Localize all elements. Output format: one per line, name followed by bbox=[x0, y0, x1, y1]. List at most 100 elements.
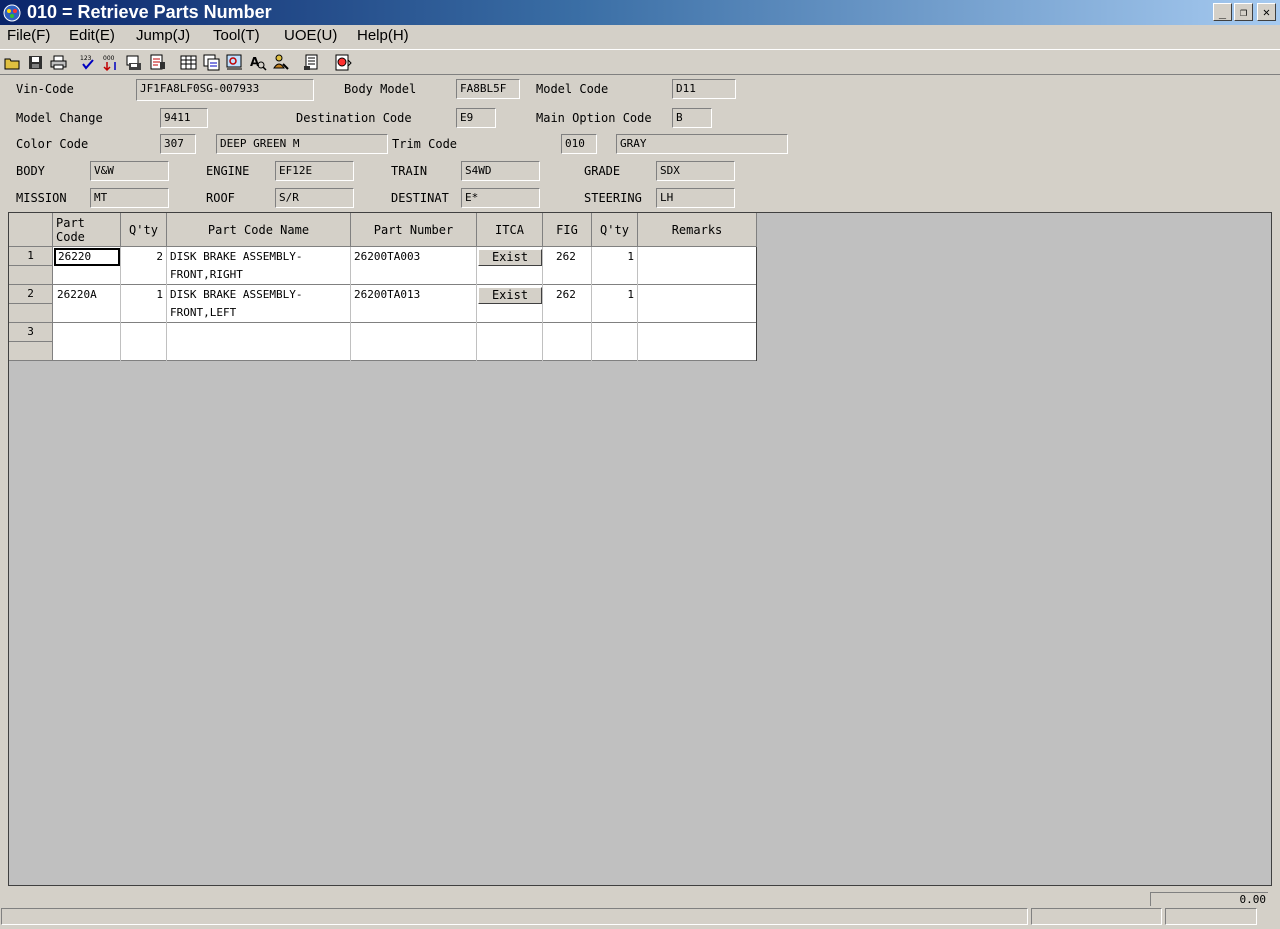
col-divider bbox=[166, 247, 167, 361]
col-divider bbox=[542, 247, 543, 361]
vin-code-label: Vin-Code bbox=[16, 82, 74, 96]
col-header-part-number[interactable]: Part Number bbox=[351, 213, 477, 247]
col-header-itca[interactable]: ITCA bbox=[477, 213, 543, 247]
menu-jump[interactable]: Jump(J) bbox=[136, 27, 190, 44]
row-header-2[interactable]: 2 bbox=[9, 285, 53, 304]
table-grid-icon bbox=[180, 55, 197, 70]
numeric-sort-icon: 000 bbox=[103, 55, 116, 72]
menu-tool[interactable]: Tool(T) bbox=[213, 27, 260, 44]
open-button[interactable] bbox=[2, 52, 23, 73]
destination-code-label: Destination Code bbox=[296, 111, 412, 125]
table-view-button[interactable] bbox=[178, 52, 199, 73]
app-icon[interactable] bbox=[2, 3, 22, 23]
model-code-label: Model Code bbox=[536, 82, 609, 96]
search-image-button[interactable] bbox=[224, 52, 245, 73]
title-bar: 010 = Retrieve Parts Number _ ❐ ✕ bbox=[0, 0, 1280, 25]
svg-text:123: 123 bbox=[80, 55, 92, 62]
cell-qty[interactable]: 2 bbox=[121, 250, 163, 263]
col-header-remarks[interactable]: Remarks bbox=[638, 213, 757, 247]
engine-label: ENGINE bbox=[206, 164, 250, 178]
numeric-sort-button[interactable]: 000 bbox=[101, 52, 122, 73]
window-title: 010 = Retrieve Parts Number bbox=[27, 2, 272, 22]
row-header-3-sub[interactable] bbox=[9, 342, 53, 361]
document-list-button[interactable] bbox=[301, 52, 322, 73]
user-tool-icon bbox=[273, 54, 289, 70]
search-image-icon bbox=[226, 54, 242, 70]
parts-grid[interactable]: Part Code Q'ty Part Code Name Part Numbe… bbox=[8, 212, 1272, 886]
mission-label: MISSION bbox=[16, 191, 67, 205]
restore-icon: ❐ bbox=[1239, 5, 1248, 19]
user-tool-button[interactable] bbox=[270, 52, 291, 73]
cell-part-name-line1[interactable]: DISK BRAKE ASSEMBLY- bbox=[170, 250, 302, 263]
col-header-part-code[interactable]: Part Code bbox=[53, 213, 121, 247]
export-button[interactable] bbox=[124, 52, 145, 73]
col-divider bbox=[120, 247, 121, 361]
trim-code-field[interactable]: 010 bbox=[561, 134, 597, 154]
table-row[interactable] bbox=[53, 323, 757, 361]
cell-fig[interactable]: 262 bbox=[556, 250, 576, 263]
model-change-label: Model Change bbox=[16, 111, 103, 125]
print-button[interactable] bbox=[48, 52, 69, 73]
col-header-part-code-name[interactable]: Part Code Name bbox=[167, 213, 351, 247]
cell-part-name-line1[interactable]: DISK BRAKE ASSEMBLY- bbox=[170, 288, 302, 301]
itca-exist-button[interactable]: Exist bbox=[478, 249, 542, 266]
copy-table-button[interactable] bbox=[201, 52, 222, 73]
col-divider bbox=[591, 247, 592, 361]
cell-part-number[interactable]: 26200TA013 bbox=[354, 288, 420, 301]
cell-qty-fig[interactable]: 1 bbox=[592, 250, 634, 263]
toolbar: 123 000 A bbox=[0, 49, 1280, 75]
col-header-fig[interactable]: FIG bbox=[543, 213, 592, 247]
roof-label: ROOF bbox=[206, 191, 235, 205]
body-model-field[interactable]: FA8BL5F bbox=[456, 79, 520, 99]
row-header-3[interactable]: 3 bbox=[9, 323, 53, 342]
numeric-check-icon: 123 bbox=[80, 55, 94, 70]
main-option-code-field[interactable]: B bbox=[672, 108, 712, 128]
color-name-field[interactable]: DEEP GREEN M bbox=[216, 134, 388, 154]
cell-part-code[interactable]: 26220A bbox=[57, 288, 97, 301]
model-change-field[interactable]: 9411 bbox=[160, 108, 208, 128]
cell-fig[interactable]: 262 bbox=[556, 288, 576, 301]
row-header-2-sub[interactable] bbox=[9, 304, 53, 323]
destination-code-field[interactable]: E9 bbox=[456, 108, 496, 128]
minimize-button[interactable]: _ bbox=[1213, 3, 1232, 21]
exit-button[interactable] bbox=[332, 52, 353, 73]
menu-file[interactable]: File(F) bbox=[7, 27, 50, 44]
save-button[interactable] bbox=[25, 52, 46, 73]
steering-field[interactable]: LH bbox=[656, 188, 735, 208]
grid-right-border bbox=[756, 247, 757, 361]
col-header-qty-fig[interactable]: Q'ty bbox=[592, 213, 638, 247]
cell-part-code[interactable]: 26220 bbox=[54, 248, 120, 266]
menu-uoe[interactable]: UOE(U) bbox=[284, 27, 337, 44]
svg-text:000: 000 bbox=[103, 55, 115, 62]
row-header-1[interactable]: 1 bbox=[9, 247, 53, 266]
roof-field[interactable]: S/R bbox=[275, 188, 354, 208]
text-search-button[interactable]: A bbox=[247, 52, 268, 73]
menu-edit[interactable]: Edit(E) bbox=[69, 27, 115, 44]
vin-code-field[interactable]: JF1FA8LF0SG-007933 bbox=[136, 79, 314, 101]
restore-button[interactable]: ❐ bbox=[1234, 3, 1253, 21]
cell-qty[interactable]: 1 bbox=[121, 288, 163, 301]
mission-field[interactable]: MT bbox=[90, 188, 169, 208]
menu-help[interactable]: Help(H) bbox=[357, 27, 409, 44]
grid-corner[interactable] bbox=[9, 213, 53, 247]
counter-display: 0.00 bbox=[1150, 892, 1268, 906]
cell-part-number[interactable]: 26200TA003 bbox=[354, 250, 420, 263]
trim-name-field[interactable]: GRAY bbox=[616, 134, 788, 154]
row-header-1-sub[interactable] bbox=[9, 266, 53, 285]
close-icon: ✕ bbox=[1262, 5, 1271, 19]
cell-part-name-line2[interactable]: FRONT,RIGHT bbox=[170, 268, 243, 281]
engine-field[interactable]: EF12E bbox=[275, 161, 354, 181]
report-button[interactable] bbox=[147, 52, 168, 73]
train-field[interactable]: S4WD bbox=[461, 161, 540, 181]
cell-part-name-line2[interactable]: FRONT,LEFT bbox=[170, 306, 236, 319]
grade-field[interactable]: SDX bbox=[656, 161, 735, 181]
col-header-qty[interactable]: Q'ty bbox=[121, 213, 167, 247]
destinat-field[interactable]: E* bbox=[461, 188, 540, 208]
numeric-check-button[interactable]: 123 bbox=[78, 52, 99, 73]
body-field[interactable]: V&W bbox=[90, 161, 169, 181]
model-code-field[interactable]: D11 bbox=[672, 79, 736, 99]
color-code-field[interactable]: 307 bbox=[160, 134, 196, 154]
itca-exist-button[interactable]: Exist bbox=[478, 287, 542, 304]
close-button[interactable]: ✕ bbox=[1257, 3, 1276, 21]
cell-qty-fig[interactable]: 1 bbox=[592, 288, 634, 301]
